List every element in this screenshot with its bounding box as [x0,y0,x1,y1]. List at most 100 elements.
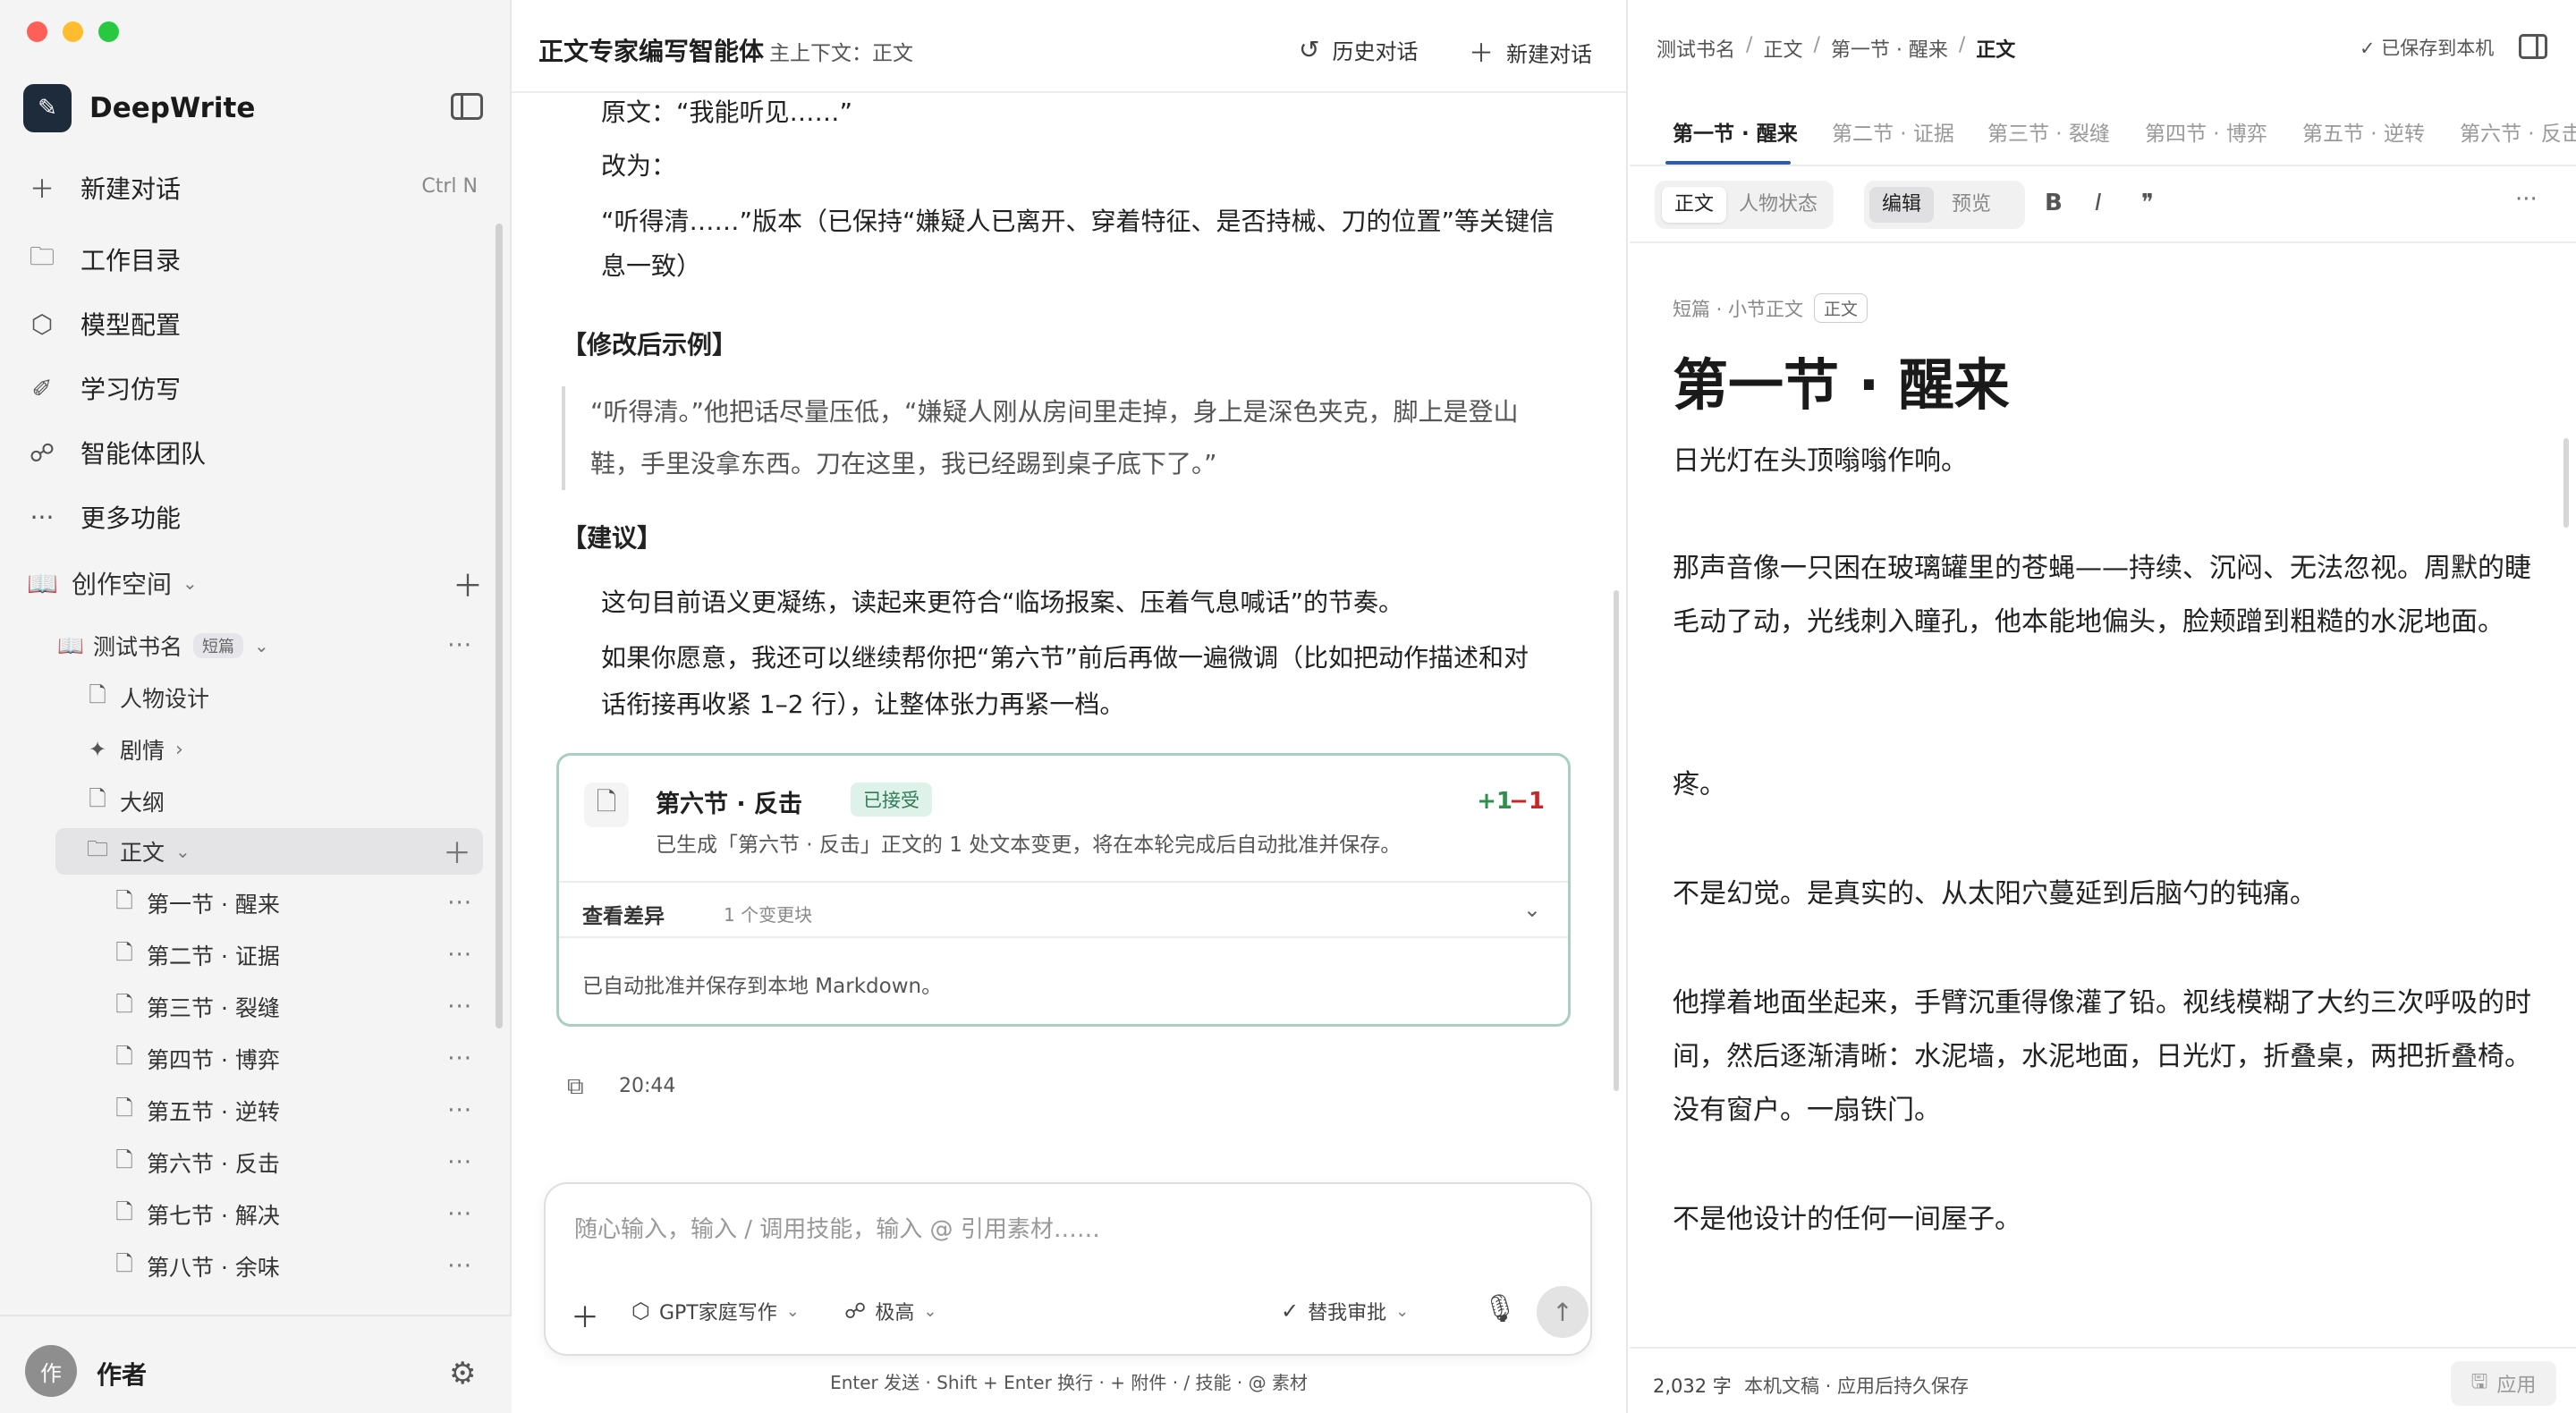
sidebar-toggle-icon[interactable] [451,93,483,120]
tree-chapter[interactable]: 🗋 第八节 · 余味 ··· [111,1243,483,1290]
tree-chapter[interactable]: 🗋 第一节 · 醒来 ··· [111,880,483,926]
creative-space-label: 创作空间 [72,570,173,599]
additions-count: +1 [1477,788,1513,815]
send-button[interactable]: ↑ [1537,1286,1589,1338]
tree-item-characters[interactable]: 🗋 人物设计 [84,674,483,721]
user-name: 作者 [97,1360,148,1390]
tree-item-outline[interactable]: 🗋 大纲 [84,778,483,825]
chat-input[interactable] [574,1216,1558,1243]
tree-chapter[interactable]: 🗋 第四节 · 博弈 ··· [111,1036,483,1082]
paragraph[interactable]: 疼。 [1673,758,2531,812]
nav-label: 工作目录 [80,246,182,275]
more-options-icon[interactable]: ··· [447,1253,472,1280]
more-options-icon[interactable]: ··· [447,1201,472,1228]
tree-chapter[interactable]: 🗋 第五节 · 逆转 ··· [111,1087,483,1134]
paragraph[interactable]: 不是他设计的任何一间屋子。 [1673,1193,2531,1247]
chevron-down-icon: ⌄ [175,841,191,862]
file-icon: 🗋 [115,1250,133,1276]
more-options-icon[interactable]: ··· [447,1045,472,1072]
effort-select[interactable]: ☍ 极高 ⌄ [844,1297,936,1325]
tree-chapter[interactable]: 🗋 第六节 · 反击 ··· [111,1139,483,1186]
view-body-button[interactable]: 正文 [1662,187,1727,223]
avatar[interactable]: 作 [25,1345,77,1397]
tab-chapter-3[interactable]: 第三节 · 裂缝 [1987,116,2110,147]
sidebar: ✎ DeepWrite ＋ 新建对话 Ctrl N 🗀 工作目录 ⬡ 模型配置 … [0,0,512,1413]
tree-item-plot[interactable]: ✦ 剧情 › [84,726,483,773]
paragraph[interactable]: 他撑着地面坐起来，手臂沉重得像灌了铅。视线模糊了大约三次呼吸的时间，然后逐渐清晰… [1673,977,2531,1138]
tab-chapter-4[interactable]: 第四节 · 博弈 [2145,116,2267,147]
new-chat-header-button[interactable]: ＋ 新建对话 [1469,34,1592,70]
new-chat-button[interactable]: ＋ 新建对话 [27,166,181,209]
document-title[interactable]: 第一节 · 醒来 [1673,340,2010,420]
sidebar-scrollbar[interactable] [496,224,503,1028]
tree-label: 剧情 [120,738,165,764]
more-options-icon[interactable]: ··· [447,632,472,659]
tree-chapter[interactable]: 🗋 第七节 · 解决 ··· [111,1191,483,1238]
nav-label: 更多功能 [80,503,182,533]
tree-item-book[interactable]: 📖 测试书名 短篇 ⌄ ··· [57,622,483,669]
composer: ＋ ⬡ GPT家庭写作 ⌄ ☍ 极高 ⌄ ✓ 替我审批 ⌄ 🎙 ↑ [544,1182,1592,1356]
breadcrumb-item[interactable]: 正文 [1763,34,1802,63]
tree-chapter[interactable]: 🗋 第二节 · 证据 ··· [111,932,483,978]
attach-plus-icon[interactable]: ＋ [571,1295,599,1336]
chevron-down-icon: ⌄ [1522,897,1541,922]
approval-select[interactable]: ✓ 替我审批 ⌄ [1281,1297,1409,1325]
more-options-icon[interactable]: ··· [447,1097,472,1124]
nav-item-imitation[interactable]: ✐ 学习仿写 [27,367,181,410]
tree-chapter[interactable]: 🗋 第三节 · 裂缝 ··· [111,984,483,1030]
microphone-icon[interactable]: 🎙 [1483,1293,1517,1324]
chat-scrollbar[interactable] [1614,590,1619,1091]
more-options-icon[interactable]: ··· [447,994,472,1020]
tab-chapter-1[interactable]: 第一节 · 醒来 [1673,116,1798,147]
message-line: 改为： [601,151,677,181]
brand: ✎ DeepWrite [23,84,255,132]
paragraph[interactable]: 日光灯在头顶嗡嗡作响。 [1673,435,2531,488]
mode-preview-button[interactable]: 预览 [1939,187,2004,223]
creative-space-header[interactable]: 📖 创作空间 ⌄ ＋ [27,562,483,605]
breadcrumb-item[interactable]: 第一节 · 醒来 [1831,34,1948,63]
add-chapter-icon[interactable]: ＋ [443,831,472,872]
nav-item-more[interactable]: ··· 更多功能 [27,495,181,538]
add-space-icon[interactable]: ＋ [453,562,483,605]
composer-hint: Enter 发送 · Shift + Enter 换行 · + 附件 · / 技… [830,1372,1308,1393]
tree-label: 正文 [120,840,165,866]
nav-item-agent-team[interactable]: ☍ 智能体团队 [27,431,206,474]
italic-icon[interactable]: I [2095,190,2102,216]
model-select[interactable]: ⬡ GPT家庭写作 ⌄ [631,1297,800,1325]
nav-item-workdir[interactable]: 🗀 工作目录 [27,238,181,281]
tree-item-body-folder[interactable]: 🗀 正文 ⌄ ＋ [55,828,483,875]
more-options-icon[interactable]: ··· [447,942,472,969]
tab-chapter-2[interactable]: 第二节 · 证据 [1832,116,1954,147]
tab-chapter-6[interactable]: 第六节 · 反击 [2460,116,2576,147]
editor-scrollbar[interactable] [2563,438,2569,528]
chevron-down-icon: ⌄ [1395,1301,1410,1321]
gear-icon[interactable]: ⚙ [449,1356,476,1392]
file-icon: 🗋 [115,1043,133,1069]
panel-toggle-icon[interactable] [2519,34,2547,59]
nav-item-model-config[interactable]: ⬡ 模型配置 [27,302,181,345]
breadcrumb-item[interactable]: 测试书名 [1657,34,1735,63]
more-options-icon[interactable]: ··· [447,1149,472,1176]
window-close-button[interactable] [27,21,47,42]
user-bar: 作 作者 ⚙ [0,1315,512,1413]
bold-icon[interactable]: B [2045,190,2063,216]
history-button[interactable]: ↺ 历史对话 [1299,34,1418,65]
window-zoom-button[interactable] [98,21,119,42]
chat-context: 主上下文：正文 [769,42,913,65]
window-minimize-button[interactable] [63,21,83,42]
book-icon: 📖 [27,568,58,598]
copy-icon[interactable]: ⧉ [567,1073,584,1101]
tab-chapter-5[interactable]: 第五节 · 逆转 [2302,116,2425,147]
apply-button[interactable]: 🖫 应用 [2451,1361,2556,1406]
chat-panel: 正文专家编写智能体 主上下文：正文 ↺ 历史对话 ＋ 新建对话 原文：“我能听见… [512,0,1628,1413]
paragraph[interactable]: 不是幻觉。是真实的、从太阳穴蔓延到后脑勺的钝痛。 [1673,867,2531,921]
quote-icon[interactable]: ❞ [2141,190,2154,216]
view-diff-toggle[interactable]: 查看差异 1 个变更块 ⌄ [559,881,1568,938]
file-icon: 🗋 [115,1198,133,1224]
mode-edit-button[interactable]: 编辑 [1869,187,1935,223]
more-options-icon[interactable]: ··· [2515,186,2538,213]
more-options-icon[interactable]: ··· [447,890,472,917]
view-character-state-button[interactable]: 人物状态 [1726,187,1830,223]
chevron-down-icon: ⌄ [785,1301,800,1321]
paragraph[interactable]: 那声音像一只困在玻璃罐里的苍蝇——持续、沉闷、无法忽视。周默的睫毛动了动，光线刺… [1673,542,2531,649]
